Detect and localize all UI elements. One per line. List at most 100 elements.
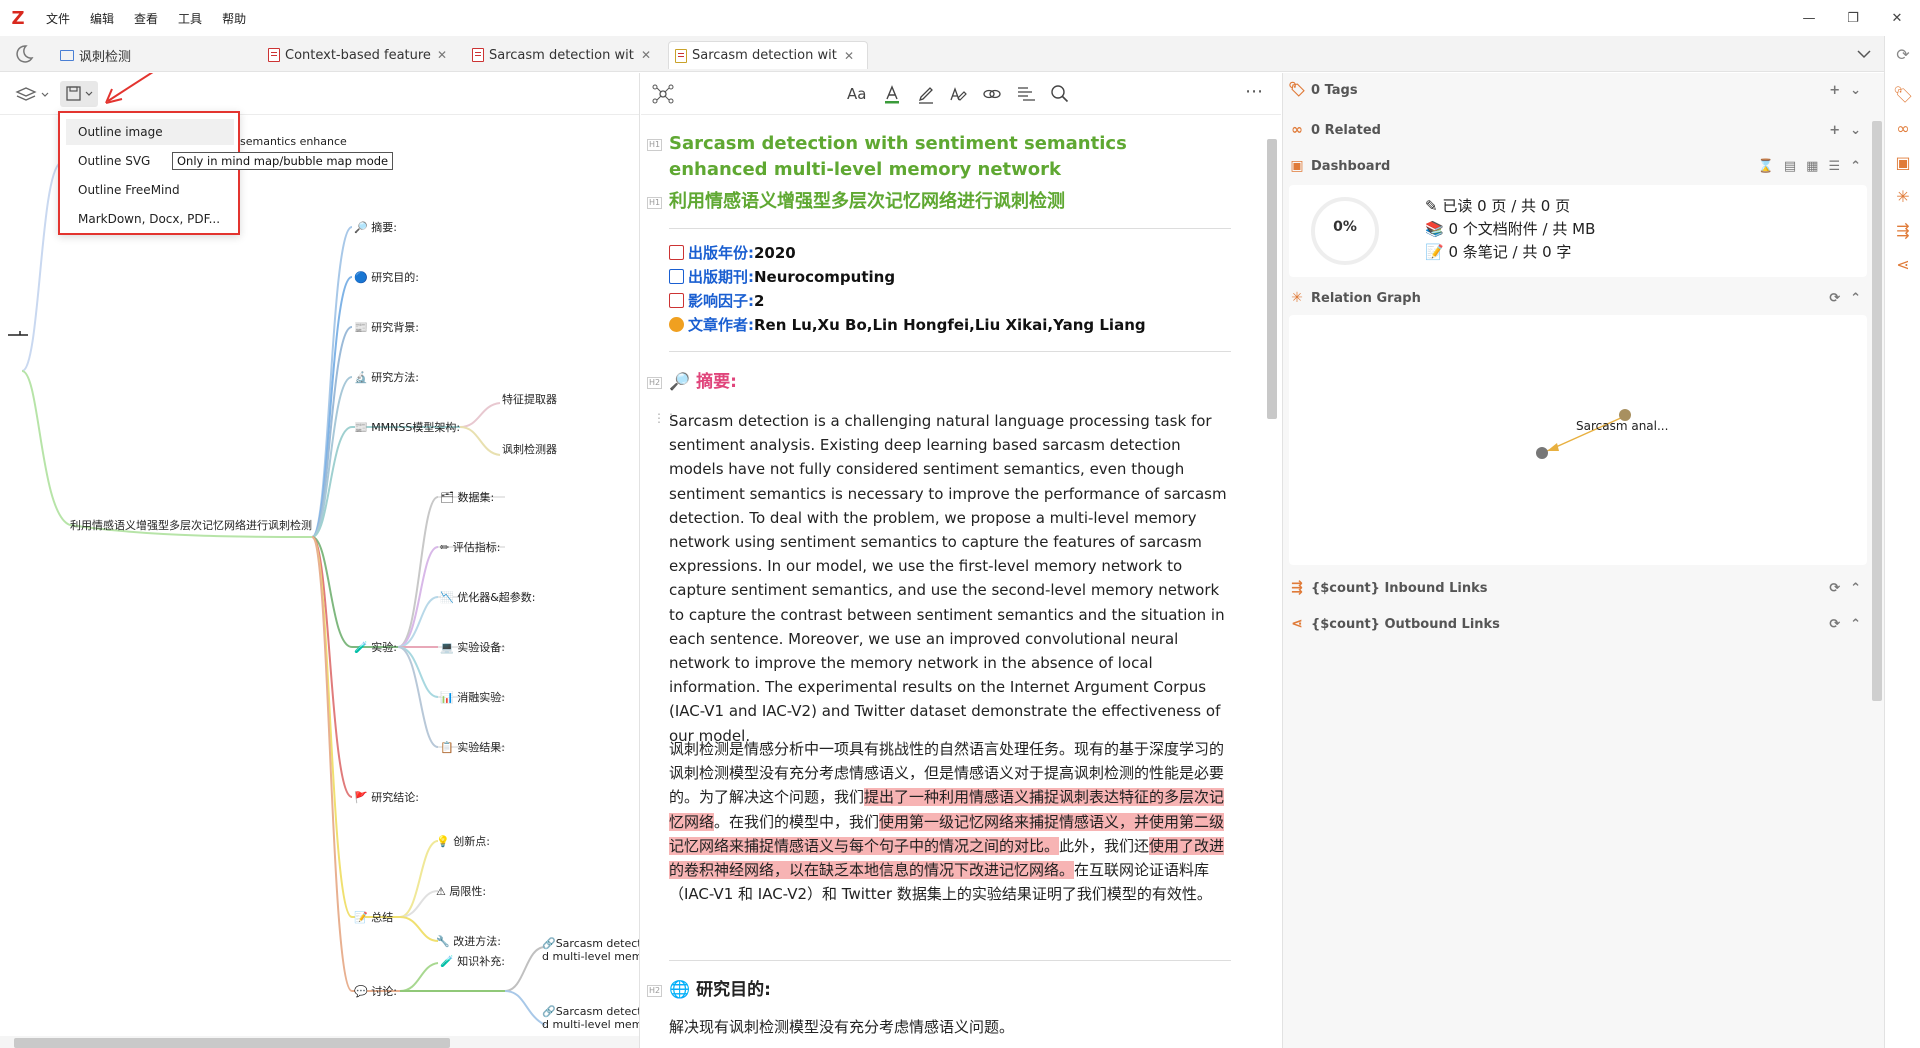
dashboard-icon[interactable]: ▣: [1893, 152, 1913, 172]
mm-node-dataset[interactable]: 🗂 数据集:: [440, 489, 494, 505]
mm-node-background[interactable]: 📰 研究背景:: [354, 319, 419, 335]
chevron-down-icon[interactable]: ⌄: [1850, 83, 1861, 98]
chevron-down-icon[interactable]: ⌄: [1850, 123, 1861, 138]
app-logo: Z: [11, 7, 25, 29]
export-outline-image[interactable]: Outline image: [66, 119, 234, 145]
search-icon[interactable]: [1049, 83, 1071, 105]
more-options-icon[interactable]: ⋯: [1245, 81, 1263, 102]
mm-node-ref1[interactable]: 🔗Sarcasm detecti d multi-level memor: [542, 937, 639, 963]
horizontal-scrollbar-thumb[interactable]: [14, 1038, 450, 1048]
vertical-scrollbar[interactable]: [1267, 139, 1277, 419]
mm-node-device[interactable]: 💻 实验设备:: [440, 639, 505, 655]
inbound-links-section[interactable]: ⇶ {$count} Inbound Links ⟳ ⌃: [1283, 571, 1873, 605]
chart-icon: [669, 293, 684, 308]
panel-scrollbar[interactable]: [1872, 121, 1882, 701]
mm-node-abstract[interactable]: 🔎 摘要:: [354, 219, 397, 235]
mm-node-purpose[interactable]: 🔵 研究目的:: [354, 269, 419, 285]
refresh-icon[interactable]: ⟳: [1893, 44, 1913, 64]
tag-icon[interactable]: 🏷: [1893, 84, 1913, 104]
refresh-icon[interactable]: ⟳: [1829, 581, 1840, 596]
close-icon[interactable]: ✕: [844, 49, 854, 63]
mindmap-toggle-icon[interactable]: [651, 83, 675, 105]
calendar-icon[interactable]: ▦: [1806, 159, 1818, 174]
graph-node-label[interactable]: Sarcasm anal...: [1576, 419, 1668, 433]
chevron-up-icon[interactable]: ⌃: [1850, 159, 1861, 174]
mm-node-improve[interactable]: 🔧 改进方法:: [436, 933, 501, 949]
relation-graph-section[interactable]: ✳ Relation Graph ⟳ ⌃: [1283, 281, 1873, 315]
graph-icon[interactable]: ✳: [1893, 186, 1913, 206]
progress-percent: 0%: [1333, 219, 1357, 235]
mindmap-edges: [8, 162, 546, 1026]
note-icon: 📝: [1425, 243, 1449, 261]
font-size-icon[interactable]: Aa: [847, 85, 866, 103]
inbound-icon[interactable]: ⇶: [1893, 220, 1913, 240]
mm-node-conclusion[interactable]: 🚩 研究结论:: [354, 789, 419, 805]
export-button[interactable]: [60, 81, 98, 107]
chevron-up-icon[interactable]: ⌃: [1850, 617, 1861, 632]
menu-help[interactable]: 帮助: [212, 10, 256, 27]
export-outline-freemind[interactable]: Outline FreeMind: [66, 177, 234, 203]
export-tooltip: Only in mind map/bubble map mode: [172, 152, 394, 170]
mm-node-result[interactable]: 📋 实验结果:: [440, 739, 505, 755]
add-icon[interactable]: +: [1829, 123, 1840, 138]
link-icon: ∞: [1291, 122, 1303, 138]
mm-node-supplement[interactable]: 🧪 知识补充:: [440, 953, 505, 969]
mm-node-ref2[interactable]: 🔗Sarcasm detecti d multi-level memor: [542, 1005, 639, 1031]
hourglass-icon[interactable]: ⌛: [1758, 159, 1774, 174]
chevron-up-icon[interactable]: ⌃: [1850, 291, 1861, 306]
add-icon[interactable]: +: [1829, 83, 1840, 98]
minimize-button[interactable]: —: [1786, 0, 1832, 36]
mm-node-summary[interactable]: 📝 总结: [354, 909, 393, 925]
mm-node-metrics[interactable]: ✏ 评估指标:: [440, 539, 500, 555]
maximize-button[interactable]: ❐: [1830, 0, 1876, 36]
moon-icon[interactable]: [12, 44, 34, 64]
close-window-button[interactable]: ✕: [1874, 0, 1920, 36]
link-icon[interactable]: ∞: [1893, 118, 1913, 138]
outbound-links-section[interactable]: ⋖ {$count} Outbound Links ⟳ ⌃: [1283, 607, 1873, 641]
mm-node-limitation[interactable]: ⚠ 局限性:: [436, 883, 486, 899]
link-icon[interactable]: [981, 83, 1003, 105]
menu-edit[interactable]: 编辑: [80, 10, 124, 27]
refresh-icon[interactable]: ⟳: [1829, 291, 1840, 306]
tab-pdf-2[interactable]: Sarcasm detection with ✕: [466, 41, 658, 69]
mm-node-discussion[interactable]: 💬 讨论:: [354, 983, 397, 999]
relation-graph-canvas[interactable]: Sarcasm anal...: [1289, 315, 1867, 565]
clear-format-icon[interactable]: [947, 83, 969, 105]
mm-node-innovation[interactable]: 💡 创新点:: [436, 833, 490, 849]
refresh-icon[interactable]: ⟳: [1829, 617, 1840, 632]
mm-node-feature[interactable]: 特征提取器: [502, 391, 557, 407]
menu-view[interactable]: 查看: [124, 10, 168, 27]
mindmap-root[interactable]: 利用情感语义增强型多层次记忆网络进行讽刺检测: [70, 517, 312, 533]
mm-node-optimizer[interactable]: 📉 优化器&超参数:: [440, 589, 535, 605]
dashboard-section[interactable]: ▣ Dashboard ⌛ ▤ ▦ ☰ ⌃: [1283, 149, 1873, 183]
menu-tools[interactable]: 工具: [168, 10, 212, 27]
share-icon[interactable]: ⋖: [1893, 254, 1913, 274]
mm-node-experiment[interactable]: 🧪 实验:: [354, 639, 397, 655]
mm-node-ablation[interactable]: 📊 消融实验:: [440, 689, 505, 705]
menu-file[interactable]: 文件: [36, 10, 80, 27]
list-icon[interactable]: [1015, 83, 1037, 105]
tags-section[interactable]: 🏷 0 Tags + ⌄: [1283, 73, 1873, 107]
pdf-icon: [472, 48, 484, 62]
mm-node-method[interactable]: 🔬 研究方法:: [354, 369, 419, 385]
heading-level-tag: H2: [647, 985, 663, 997]
layers-icon[interactable]: [14, 85, 50, 105]
close-icon[interactable]: ✕: [641, 48, 651, 62]
tab-note-active[interactable]: Sarcasm detection with ✕: [668, 41, 868, 69]
side-rail: ⟳ 🏷 ∞ ▣ ✳ ⇶ ⋖: [1884, 36, 1920, 1048]
abstract-chinese: 讽刺检测是情感分析中一项具有挑战性的自然语言处理任务。现有的基于深度学习的讽刺检…: [669, 740, 1225, 904]
pdf-icon: [268, 48, 280, 62]
tab-pdf-1[interactable]: Context-based feature t ✕: [262, 41, 454, 69]
highlight-icon[interactable]: [915, 83, 937, 105]
text-color-icon[interactable]: [881, 83, 903, 105]
chevron-up-icon[interactable]: ⌃: [1850, 581, 1861, 596]
tab-collection[interactable]: 讽刺检测: [54, 41, 137, 69]
close-icon[interactable]: ✕: [437, 48, 447, 62]
export-markdown-docx-pdf[interactable]: MarkDown, Docx, PDF...: [66, 206, 234, 232]
mm-node-mmnss[interactable]: 📰 MMNSS模型架构:: [354, 419, 460, 435]
list-icon[interactable]: ☰: [1828, 159, 1840, 174]
chevron-down-icon[interactable]: [1856, 46, 1872, 62]
book-icon[interactable]: ▤: [1784, 159, 1796, 174]
related-section[interactable]: ∞ 0 Related + ⌄: [1283, 113, 1873, 147]
mm-node-detector[interactable]: 讽刺检测器: [502, 441, 557, 457]
